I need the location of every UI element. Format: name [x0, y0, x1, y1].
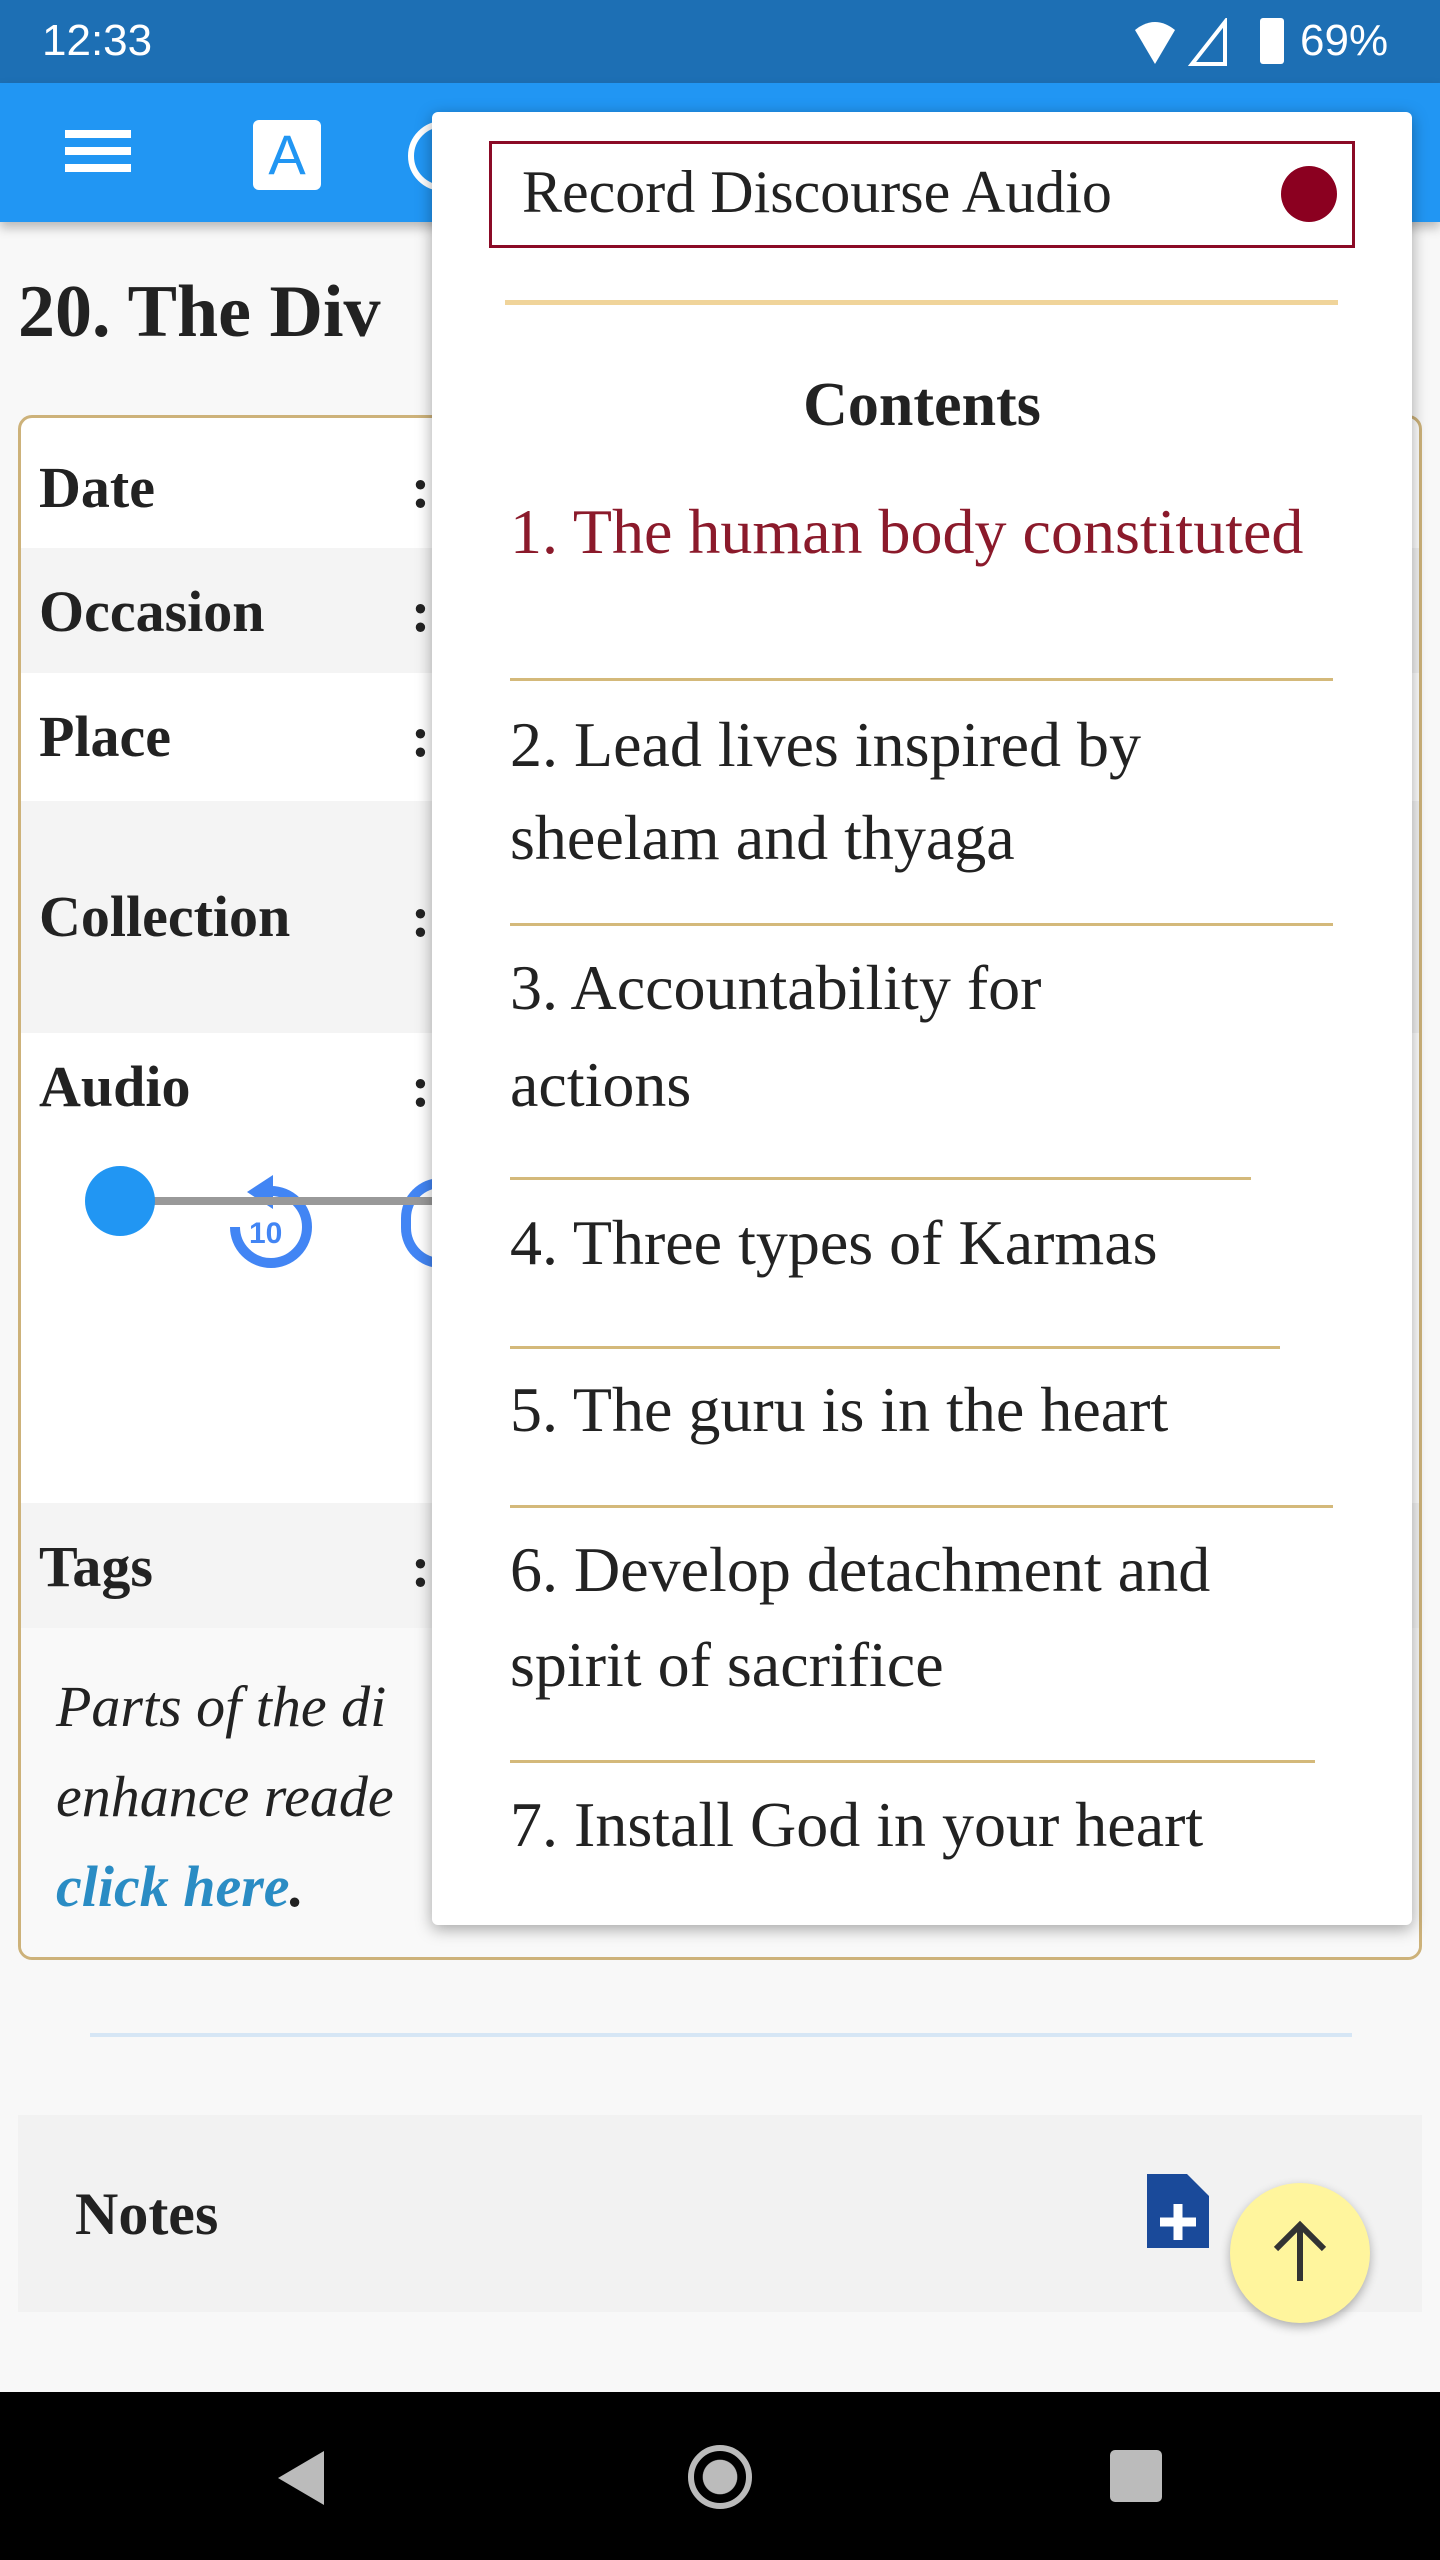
colon: : — [411, 704, 431, 769]
replay-10-button[interactable]: 10 — [221, 1173, 321, 1273]
label-collection: Collection — [39, 884, 291, 949]
notes-panel: Notes — [18, 2115, 1422, 2312]
contents-item-text[interactable]: 3. Accountability for — [510, 940, 1041, 1036]
replay-seconds: 10 — [249, 1217, 283, 1250]
menu-icon[interactable] — [65, 121, 131, 181]
divider — [90, 2033, 1352, 2037]
colon: : — [411, 884, 431, 949]
label-date: Date — [39, 455, 155, 520]
contents-separator — [510, 1760, 1315, 1763]
contents-item-text[interactable]: 6. Develop detachment and — [510, 1522, 1210, 1618]
recents-icon[interactable] — [1110, 2450, 1162, 2502]
scroll-to-top-button[interactable] — [1230, 2183, 1370, 2323]
label-tags: Tags — [39, 1534, 153, 1599]
colon: : — [411, 1534, 431, 1599]
contents-popup: Record Discourse Audio Contents 1. The h… — [432, 112, 1412, 1925]
period: . — [289, 1854, 305, 1919]
wifi-signal-icon — [1135, 18, 1227, 66]
arrow-up-icon — [1273, 2220, 1327, 2281]
record-dot-icon — [1281, 166, 1337, 222]
note-text: enhance reade — [56, 1764, 394, 1829]
contents-item-text[interactable]: 2. Lead lives inspired by — [510, 697, 1141, 793]
contents-separator — [510, 1505, 1333, 1508]
gold-divider — [505, 300, 1338, 305]
clock: 12:33 — [42, 16, 153, 65]
battery-icon — [1260, 18, 1284, 64]
record-discourse-audio-button[interactable]: Record Discourse Audio — [489, 141, 1355, 248]
colon: : — [411, 455, 431, 520]
battery-level: 69% — [1300, 16, 1389, 65]
colon: : — [411, 579, 431, 644]
label-occasion: Occasion — [39, 579, 265, 644]
status-bar: 12:33 69% — [0, 0, 1440, 83]
label-audio: Audio — [39, 1054, 191, 1119]
audio-progress-track[interactable] — [121, 1197, 441, 1205]
contents-heading: Contents — [803, 371, 1041, 439]
contents-separator — [510, 1177, 1251, 1180]
contents-separator — [510, 678, 1333, 681]
back-icon[interactable] — [272, 2447, 332, 2509]
contents-separator — [510, 1346, 1280, 1349]
home-icon[interactable] — [688, 2445, 752, 2509]
notes-label: Notes — [75, 2181, 219, 2247]
page-title: 20. The Div — [18, 271, 381, 353]
contents-item-text[interactable]: 1. The human body constituted — [510, 484, 1303, 580]
contents-item-text[interactable]: spirit of sacrifice — [510, 1617, 944, 1713]
add-note-icon[interactable] — [1143, 2170, 1213, 2252]
note-text: Parts of the di — [56, 1674, 387, 1739]
font-size-button[interactable]: A — [253, 120, 321, 190]
navigation-bar — [0, 2392, 1440, 2560]
contents-item-text[interactable]: 5. The guru is in the heart — [510, 1362, 1168, 1458]
contents-item-text[interactable]: 7. Install God in your heart — [510, 1777, 1203, 1873]
colon: : — [411, 1054, 431, 1119]
audio-progress-thumb[interactable] — [85, 1166, 155, 1236]
click-here-link[interactable]: click here — [56, 1854, 290, 1919]
contents-item-text[interactable]: 4. Three types of Karmas — [510, 1195, 1158, 1291]
record-label: Record Discourse Audio — [522, 159, 1112, 225]
label-place: Place — [39, 704, 172, 769]
contents-item-text[interactable]: actions — [510, 1037, 691, 1133]
contents-separator — [510, 923, 1333, 926]
contents-item-text[interactable]: sheelam and thyaga — [510, 790, 1015, 886]
